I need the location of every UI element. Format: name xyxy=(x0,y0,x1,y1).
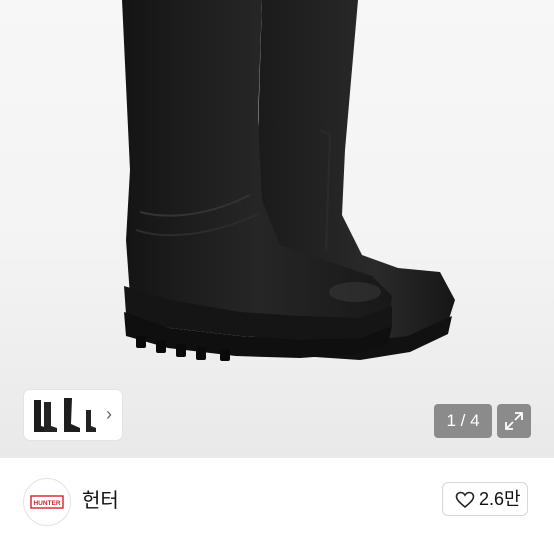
heart-outline-icon xyxy=(455,491,475,509)
logo-text: HUNTER xyxy=(33,500,60,507)
shop-info-row: HUNTER 헌터 2.6만 xyxy=(0,458,554,554)
hunter-logo-icon: HUNTER xyxy=(30,495,64,509)
thumbnail-next-icon[interactable]: › xyxy=(102,402,116,426)
shop-name[interactable]: 헌터 xyxy=(82,487,119,515)
product-image-gallery[interactable]: › 1 / 4 xyxy=(0,0,554,458)
shop-logo[interactable]: HUNTER xyxy=(23,478,71,526)
expand-icon[interactable] xyxy=(497,404,531,438)
like-button[interactable]: 2.6만 xyxy=(442,482,528,516)
image-counter-badge: 1 / 4 xyxy=(434,404,492,438)
like-count: 2.6만 xyxy=(479,489,521,509)
